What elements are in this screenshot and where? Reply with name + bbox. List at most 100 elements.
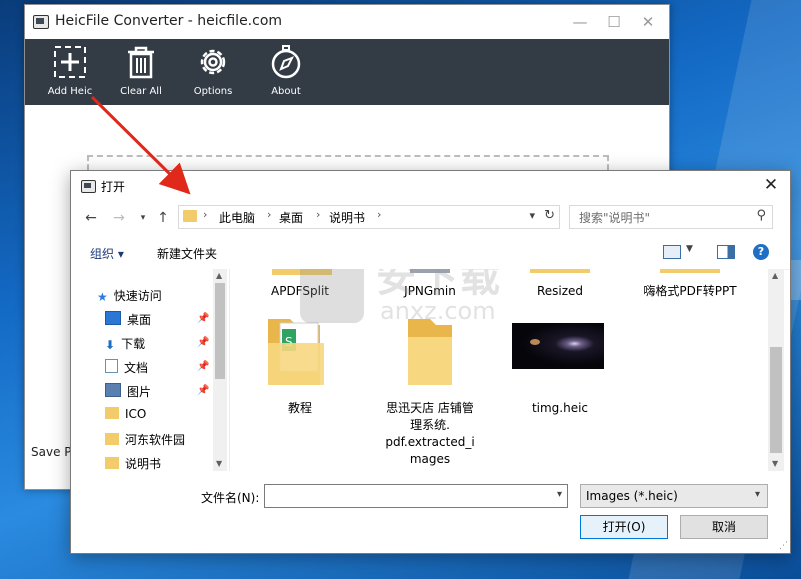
open-button[interactable]: 打开(O) bbox=[580, 515, 668, 539]
desktop-icon bbox=[105, 311, 121, 325]
nav-item-manual[interactable]: 说明书 bbox=[105, 455, 161, 475]
document-icon bbox=[105, 359, 118, 373]
folder-icon bbox=[105, 457, 119, 469]
nav-item-documents[interactable]: 文档 bbox=[105, 359, 148, 379]
nav-item-hedong[interactable]: 河东软件园 bbox=[105, 431, 185, 451]
search-input[interactable]: 搜索"说明书" ⚲ bbox=[569, 205, 773, 229]
download-icon: ⬇ bbox=[105, 338, 116, 352]
nav-pane-scroll-thumb[interactable] bbox=[215, 283, 225, 379]
filename-label: 文件名(N): bbox=[201, 491, 260, 505]
up-arrow-icon[interactable]: ↑ bbox=[153, 207, 173, 229]
view-dropdown-icon[interactable]: ▼ bbox=[686, 244, 693, 254]
minimize-button[interactable]: — bbox=[565, 11, 595, 33]
command-bar: 组织 ▾ 新建文件夹 ▼ ? bbox=[71, 235, 790, 270]
file-item-pdf-to-ppt[interactable]: 嗨格式PDF转PPT bbox=[630, 283, 750, 300]
trash-icon bbox=[128, 46, 154, 79]
about-label: About bbox=[271, 86, 301, 97]
file-type-select[interactable]: Images (*.heic) ▾ bbox=[580, 484, 768, 508]
file-item-extracted-images[interactable]: 思迅天店 店铺管 理系统. pdf.extracted_i mages bbox=[375, 313, 485, 471]
main-titlebar: HeicFile Converter - heicfile.com — ☐ ✕ bbox=[25, 5, 669, 39]
file-list: APDFSplit JPNGmin Resized 嗨格式PDF转PPT S 教… bbox=[229, 269, 769, 471]
nav-item-label: 图片 bbox=[127, 385, 152, 399]
scroll-down-icon[interactable]: ▼ bbox=[216, 459, 222, 468]
nav-item-label: 快速访问 bbox=[113, 289, 162, 303]
breadcrumb-separator-icon[interactable]: › bbox=[203, 208, 207, 221]
nav-item-quick-access[interactable]: ★ 快速访问 bbox=[97, 287, 162, 307]
search-icon: ⚲ bbox=[756, 208, 766, 223]
cancel-button[interactable]: 取消 bbox=[680, 515, 768, 539]
recent-chevron-icon[interactable]: ▾ bbox=[133, 207, 153, 229]
file-label-line: 思迅天店 店铺管 bbox=[386, 401, 474, 415]
clear-all-label: Clear All bbox=[120, 86, 162, 97]
galaxy-thumbnail-detail bbox=[530, 339, 540, 345]
watermark: 安下载 anxz.com bbox=[300, 269, 520, 333]
options-button[interactable]: Options bbox=[178, 44, 248, 102]
chevron-down-icon[interactable]: ▾ bbox=[755, 489, 760, 500]
folder-icon bbox=[105, 407, 119, 419]
watermark-shield-icon bbox=[300, 269, 364, 323]
file-label-line: mages bbox=[409, 452, 451, 466]
clear-all-button[interactable]: Clear All bbox=[106, 44, 176, 102]
pin-icon: 📌 bbox=[197, 361, 210, 372]
scroll-down-icon[interactable]: ▼ bbox=[772, 459, 778, 468]
scroll-up-icon[interactable]: ▲ bbox=[216, 271, 222, 280]
folder-icon bbox=[530, 269, 590, 273]
search-placeholder: 搜索"说明书" bbox=[579, 211, 651, 225]
navigation-pane: ★ 快速访问 桌面 📌 ⬇ 下载 📌 文档 📌 图片 📌 ICO 河东软件园 说明书 bbox=[71, 269, 229, 471]
options-label: Options bbox=[193, 86, 233, 97]
address-dropdown-icon[interactable]: ▾ bbox=[529, 209, 535, 222]
file-item-label: 教程 bbox=[287, 401, 312, 415]
dialog-close-button[interactable]: ✕ bbox=[760, 174, 782, 196]
maximize-button[interactable]: ☐ bbox=[599, 11, 629, 33]
breadcrumb-separator-icon[interactable]: › bbox=[377, 208, 381, 221]
breadcrumb-separator-icon[interactable]: › bbox=[316, 208, 320, 221]
chevron-down-icon[interactable]: ▾ bbox=[557, 489, 562, 500]
add-heic-label: Add Heic bbox=[47, 86, 93, 97]
forward-arrow-icon[interactable]: → bbox=[109, 207, 129, 229]
dialog-app-icon bbox=[81, 180, 96, 193]
nav-item-label: 说明书 bbox=[125, 457, 162, 471]
breadcrumb-manual[interactable]: 说明书 bbox=[329, 209, 365, 226]
add-heic-button[interactable]: Add Heic bbox=[35, 44, 105, 102]
folder-icon bbox=[183, 210, 197, 222]
nav-item-label: 文档 bbox=[124, 361, 149, 375]
scroll-up-icon[interactable]: ▲ bbox=[772, 271, 778, 280]
pin-icon: 📌 bbox=[197, 313, 210, 324]
breadcrumb-separator-icon[interactable]: › bbox=[267, 208, 271, 221]
nav-item-pictures[interactable]: 图片 bbox=[105, 383, 151, 403]
file-label-line: 理系统. bbox=[410, 418, 450, 432]
star-icon: ★ bbox=[97, 290, 108, 304]
organize-button[interactable]: 组织 ▾ bbox=[90, 245, 124, 262]
view-mode-icon[interactable] bbox=[663, 245, 681, 259]
back-arrow-icon[interactable]: ← bbox=[81, 207, 101, 229]
file-item-timg-heic[interactable]: timg.heic bbox=[510, 313, 610, 423]
help-icon[interactable]: ? bbox=[753, 244, 769, 260]
main-window-title: HeicFile Converter - heicfile.com bbox=[55, 13, 283, 29]
new-folder-button[interactable]: 新建文件夹 bbox=[157, 245, 217, 262]
file-list-scroll-thumb[interactable] bbox=[770, 347, 782, 453]
resize-grip-icon[interactable]: ⋰ bbox=[779, 541, 788, 551]
close-button[interactable]: ✕ bbox=[633, 11, 663, 33]
file-item-resized[interactable]: Resized bbox=[510, 283, 610, 300]
main-toolbar: Add Heic Clear All Options About bbox=[25, 39, 669, 105]
nav-item-label: 河东软件园 bbox=[125, 433, 186, 447]
file-label-line: pdf.extracted_i bbox=[385, 435, 475, 449]
folder-icon bbox=[105, 433, 119, 445]
refresh-icon[interactable]: ↻ bbox=[544, 208, 555, 223]
preview-pane-icon[interactable] bbox=[717, 245, 735, 259]
compass-icon bbox=[271, 45, 301, 79]
address-bar[interactable]: › 此电脑 › 桌面 › 说明书 › ▾ ↻ bbox=[178, 205, 560, 229]
folder-icon bbox=[660, 269, 720, 273]
nav-item-ico[interactable]: ICO bbox=[105, 407, 146, 427]
file-item-label: 思迅天店 店铺管 理系统. pdf.extracted_i mages bbox=[373, 400, 487, 468]
breadcrumb-this-pc[interactable]: 此电脑 bbox=[219, 209, 255, 226]
filename-input[interactable]: ▾ bbox=[264, 484, 568, 508]
nav-item-label: 下载 bbox=[121, 337, 146, 351]
breadcrumb-desktop[interactable]: 桌面 bbox=[279, 209, 303, 226]
app-icon bbox=[33, 15, 49, 29]
pin-icon: 📌 bbox=[197, 385, 210, 396]
nav-item-downloads[interactable]: ⬇ 下载 bbox=[105, 335, 145, 355]
about-button[interactable]: About bbox=[251, 44, 321, 102]
nav-item-desktop[interactable]: 桌面 bbox=[105, 311, 151, 331]
file-item-label: timg.heic bbox=[531, 401, 589, 415]
